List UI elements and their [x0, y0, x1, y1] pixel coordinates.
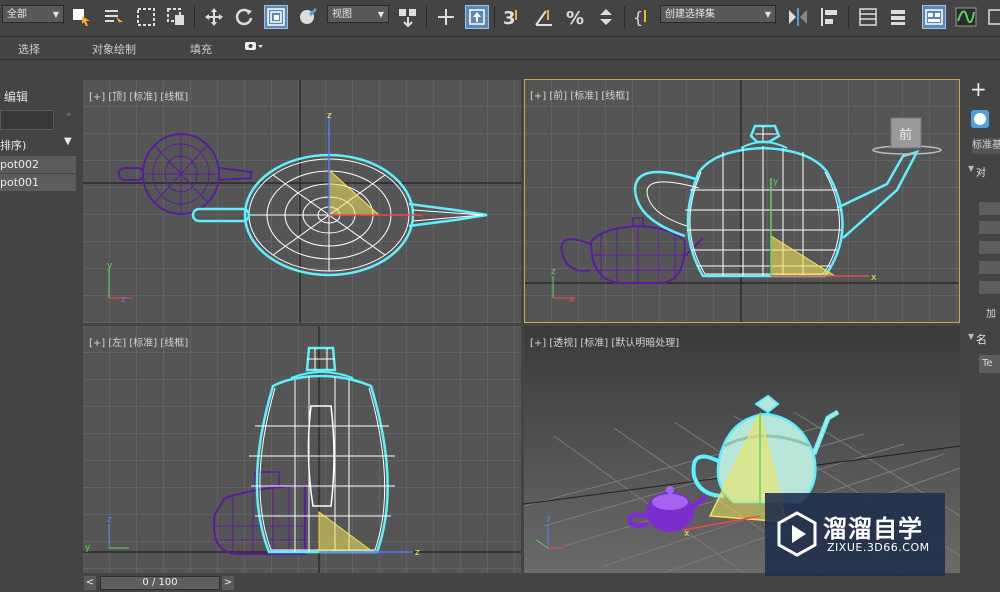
axis-z-label: z [327, 111, 332, 121]
rectangular-selection-icon[interactable] [134, 5, 158, 29]
watermark-brand: 溜溜自学 [823, 515, 923, 543]
scene-explorer-panel: 编辑 » 排序) ▼ pot002 pot001 [0, 80, 80, 592]
mirror-icon[interactable] [786, 5, 810, 29]
axis-tripod-icon: z [535, 515, 564, 549]
viewport-left[interactable]: z z y [+] [左] [标准] [线框] [83, 326, 521, 573]
chevron-down-icon: ▼ [764, 10, 771, 19]
ribbon-options-icon[interactable] [244, 40, 264, 55]
viewport-top-label[interactable]: [+] [顶] [标准] [线框] [89, 88, 188, 103]
angle-snap-icon[interactable] [532, 5, 556, 29]
command-panel: + 标准基 ▼ 对 加 ▼ 名 Te [964, 75, 1000, 592]
svg-text:z: z [546, 515, 551, 525]
rollout-collapse-icon[interactable]: ▼ [968, 332, 974, 341]
align-icon[interactable] [818, 5, 842, 29]
object-type-button[interactable] [979, 261, 1000, 274]
window-crossing-icon[interactable] [164, 5, 188, 29]
pivot-center-icon[interactable] [396, 5, 420, 29]
curve-editor-icon[interactable] [954, 5, 978, 29]
create-tab-icon[interactable]: + [970, 77, 987, 101]
watermark-url: ZIXUE.3D66.COM [827, 541, 930, 554]
scale-icon[interactable] [264, 5, 288, 29]
object-name-field[interactable]: Te [979, 355, 1000, 373]
tab-object-paint[interactable]: 对象绘制 [92, 41, 136, 57]
time-next-button[interactable]: > [222, 576, 234, 590]
svg-text:{: { [633, 8, 643, 27]
svg-text:z: z [551, 267, 556, 277]
scene-explorer-icon[interactable] [856, 5, 880, 29]
main-toolbar: 全部 ▼ 视图 ▼ 3 % {创建选择集 ▼ [0, 0, 1000, 37]
viewport-top-canvas: z y z [83, 80, 521, 323]
svg-text:%: % [566, 8, 584, 28]
ribbon-tabs: 选择 对象绘制 填充 [0, 37, 1000, 60]
svg-text:x: x [569, 295, 575, 305]
time-slider[interactable]: 0 / 100 [100, 576, 220, 590]
scene-item-pot002[interactable]: pot002 [0, 156, 76, 173]
object-type-button[interactable] [979, 281, 1000, 294]
layer-explorer-icon[interactable] [886, 5, 910, 29]
svg-text:3: 3 [503, 8, 516, 28]
reference-coordinate-value: 视图 [332, 9, 352, 20]
named-selection-set-value: 创建选择集 [665, 9, 715, 20]
name-color-rollout-title[interactable]: 名 [976, 331, 987, 347]
tab-populate[interactable]: 填充 [190, 41, 212, 57]
scene-search-input[interactable] [0, 110, 54, 130]
pot001-shaded [627, 486, 708, 532]
sort-arrow-icon[interactable]: ▼ [64, 136, 72, 147]
viewport-left-canvas: z z y [83, 326, 521, 573]
more-icon[interactable]: » [66, 110, 72, 120]
tab-selection[interactable]: 选择 [18, 41, 40, 57]
chevron-down-icon: ▼ [52, 10, 59, 19]
select-by-name-icon[interactable] [102, 5, 126, 29]
edit-named-selection-icon[interactable]: { [632, 5, 656, 29]
geometry-icon[interactable] [970, 109, 990, 132]
snaps-toggle-icon[interactable]: 3 [500, 5, 524, 29]
toggle-ribbon-icon[interactable] [922, 5, 946, 29]
viewport-perspective-label[interactable]: [+] [透视] [标准] [默认明暗处理] [530, 334, 679, 349]
time-prev-button[interactable]: < [84, 576, 96, 590]
viewport-top[interactable]: z y z [+] [顶] [标准] [线框] [83, 80, 521, 323]
svg-text:y: y [773, 177, 779, 187]
svg-text:前: 前 [899, 127, 912, 143]
rollout-collapse-icon[interactable]: ▼ [968, 164, 974, 173]
chevron-down-icon: ▼ [377, 10, 384, 19]
scene-item-pot001[interactable]: pot001 [0, 174, 76, 191]
object-type-button[interactable] [979, 241, 1000, 254]
keyboard-shortcut-override-icon[interactable] [465, 5, 489, 29]
selection-filter-dropdown[interactable]: 全部 ▼ [2, 5, 64, 23]
play-logo-icon [777, 511, 817, 557]
object-type-button[interactable] [979, 221, 1000, 234]
object-category-dropdown[interactable]: 标准基 [972, 138, 1000, 154]
viewport-front[interactable]: x y 前 z x [+] [前] [标准] [线框] [524, 79, 960, 323]
spinner-snap-icon[interactable] [594, 5, 618, 29]
viewport-front-canvas: x y 前 z x [525, 80, 959, 322]
selection-filter-value: 全部 [7, 9, 27, 20]
object-type-button[interactable] [979, 202, 1000, 215]
move-icon[interactable] [202, 5, 226, 29]
svg-text:z: z [107, 515, 112, 525]
watermark-logo: 溜溜自学 ZIXUE.3D66.COM [765, 493, 945, 576]
place-icon[interactable] [296, 5, 320, 29]
object-type-rollout-title[interactable]: 对 [976, 164, 986, 179]
svg-text:y: y [107, 261, 113, 271]
viewport-left-label[interactable]: [+] [左] [标准] [线框] [89, 334, 188, 349]
scene-explorer-header: 编辑 [4, 90, 29, 104]
sort-label[interactable]: 排序) [0, 137, 26, 153]
select-object-icon[interactable] [70, 5, 94, 29]
reference-coordinate-dropdown[interactable]: 视图 ▼ [327, 5, 389, 23]
svg-text:z: z [121, 295, 126, 305]
time-slider-bar: < 0 / 100 > [82, 574, 962, 592]
add-button-label[interactable]: 加 [986, 305, 996, 320]
select-manipulate-icon[interactable] [434, 5, 458, 29]
schematic-view-icon[interactable] [984, 5, 1000, 29]
svg-text:z: z [415, 548, 420, 558]
named-selection-set-dropdown[interactable]: 创建选择集 ▼ [660, 5, 776, 23]
svg-text:x: x [684, 529, 690, 539]
percent-snap-icon[interactable]: % [564, 5, 588, 29]
axis-x-label: x [871, 273, 877, 283]
viewport-front-label[interactable]: [+] [前] [标准] [线框] [530, 87, 629, 102]
rotate-icon[interactable] [232, 5, 256, 29]
svg-text:y: y [85, 543, 91, 553]
